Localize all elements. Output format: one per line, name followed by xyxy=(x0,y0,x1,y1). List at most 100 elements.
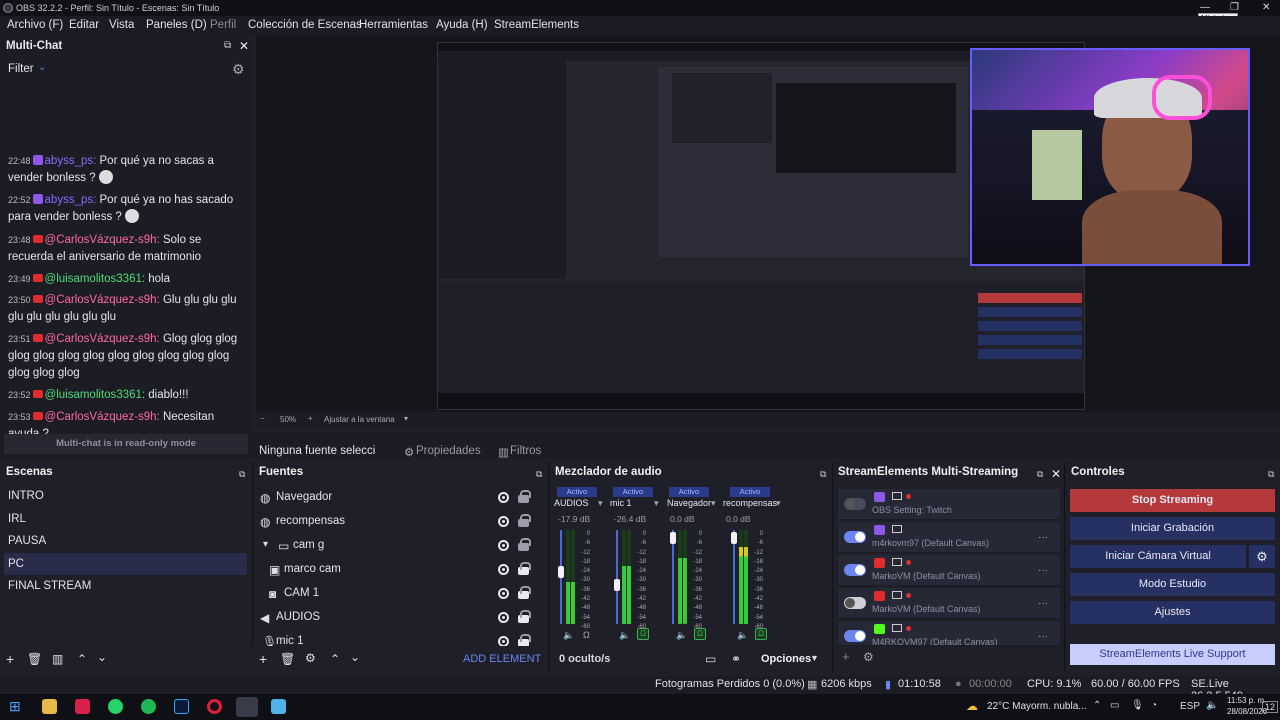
add-element-button[interactable]: ADD ELEMENT xyxy=(463,653,541,665)
mic-icon[interactable]: 🎙 xyxy=(1131,700,1144,711)
volume-fader[interactable] xyxy=(733,530,735,624)
lock-icon[interactable] xyxy=(518,586,531,599)
more-icon[interactable]: ··· xyxy=(1038,631,1048,642)
scene-item[interactable]: INTRO xyxy=(8,490,44,502)
spotify-icon[interactable] xyxy=(141,699,156,714)
toggle-switch[interactable] xyxy=(844,597,866,609)
more-icon[interactable]: ··· xyxy=(1038,565,1048,576)
source-item[interactable]: recompensas xyxy=(276,515,345,527)
chevron-down-icon[interactable]: ▾ xyxy=(776,498,781,509)
lock-icon[interactable] xyxy=(518,562,531,575)
windows-start-icon[interactable]: ⊞ xyxy=(9,699,24,714)
float-icon[interactable]: ⧉ xyxy=(224,40,231,51)
notification-badge[interactable]: 12 xyxy=(1262,701,1279,713)
menu-editar[interactable]: Editar xyxy=(69,19,99,31)
tray-icon[interactable]: ▭ xyxy=(1110,700,1119,711)
settings-button[interactable]: Ajustes xyxy=(1070,601,1275,624)
scene-item[interactable]: PAUSA xyxy=(8,535,46,547)
zoom-fit[interactable]: Ajustar a la ventana xyxy=(324,415,395,424)
toggle-switch[interactable] xyxy=(844,498,866,510)
down-icon[interactable]: ⌄ xyxy=(97,650,107,664)
speaker-icon[interactable]: 🔈 xyxy=(563,630,574,641)
support-button[interactable]: StreamElements Live Support xyxy=(1070,644,1275,665)
studio-mode-button[interactable]: Modo Estudio xyxy=(1070,573,1275,596)
menu-vista[interactable]: Vista xyxy=(109,19,134,31)
weather-text[interactable]: 22°C Mayorm. nubla... xyxy=(987,701,1087,712)
source-item[interactable]: marco cam xyxy=(284,563,341,575)
menu-perfil[interactable]: Perfil xyxy=(210,19,236,31)
close-dock-icon[interactable]: ✕ xyxy=(1051,467,1061,481)
minimize-icon[interactable]: — xyxy=(1200,2,1210,13)
tray-icon[interactable]: ◔ xyxy=(1151,700,1157,711)
gear-icon[interactable]: ⚙ xyxy=(1249,545,1275,568)
eye-icon[interactable] xyxy=(498,588,509,599)
source-item[interactable]: CAM 1 xyxy=(284,587,319,599)
chevron-down-icon[interactable]: ⌄ xyxy=(38,62,46,73)
volume-icon[interactable]: 🔈 xyxy=(1206,700,1218,711)
speaker-icon[interactable]: 🔈 xyxy=(676,630,687,641)
fader-handle[interactable] xyxy=(731,531,737,544)
fader-handle[interactable] xyxy=(614,578,620,591)
app-icon[interactable] xyxy=(75,699,90,714)
clock-time[interactable]: 11:53 p. m. xyxy=(1227,696,1266,705)
more-icon[interactable]: ··· xyxy=(1038,598,1048,609)
trash-icon[interactable]: 🗑 xyxy=(27,652,42,666)
filter-icon[interactable]: ▥ xyxy=(52,652,63,666)
chevron-down-icon[interactable]: ▼ xyxy=(810,653,819,663)
start-recording-button[interactable]: Iniciar Grabación xyxy=(1070,517,1275,540)
menu-herramientas[interactable]: Herramientas xyxy=(359,19,428,31)
toggle-switch[interactable] xyxy=(844,564,866,576)
speaker-icon[interactable]: 🔈 xyxy=(737,630,748,641)
lock-icon[interactable] xyxy=(518,538,531,551)
filters-button[interactable]: Filtros xyxy=(510,445,541,457)
headphone-icon[interactable]: Ω xyxy=(637,628,649,640)
speaker-icon[interactable]: 🔈 xyxy=(619,630,630,641)
fader-handle[interactable] xyxy=(670,531,676,544)
close-icon[interactable]: ✕ xyxy=(1262,2,1270,13)
headphone-icon[interactable]: Ω xyxy=(694,628,706,640)
chevron-down-icon[interactable]: ▾ xyxy=(654,498,659,509)
float-icon[interactable]: ⧉ xyxy=(1268,469,1274,480)
add-icon[interactable]: + xyxy=(6,651,14,667)
chevron-up-icon[interactable]: ⌃ xyxy=(1093,700,1101,711)
source-item[interactable]: Navegador xyxy=(276,491,332,503)
chevron-down-icon[interactable]: ▾ xyxy=(404,414,408,423)
gear-icon[interactable]: ⚙ xyxy=(305,651,316,665)
properties-button[interactable]: Propiedades xyxy=(416,445,481,457)
add-icon[interactable]: + xyxy=(259,651,267,667)
maximize-icon[interactable]: ❐ xyxy=(1230,2,1239,13)
eye-icon[interactable] xyxy=(498,516,509,527)
chevron-down-icon[interactable]: ▾ xyxy=(598,498,603,509)
eye-icon[interactable] xyxy=(498,492,509,503)
volume-fader[interactable] xyxy=(616,530,618,624)
gear-icon[interactable]: ⚙ xyxy=(232,61,245,78)
menu-coleccion[interactable]: Colección de Escenas xyxy=(248,19,362,31)
gear-icon[interactable]: ⚙ xyxy=(863,650,874,664)
headphone-off-icon[interactable]: Ω xyxy=(583,630,590,640)
photoshop-icon[interactable] xyxy=(174,699,189,714)
obs-taskbar-icon[interactable] xyxy=(236,697,258,717)
virtual-camera-button[interactable]: Iniciar Cámara Virtual xyxy=(1070,545,1246,568)
float-icon[interactable]: ⧉ xyxy=(1037,469,1043,480)
fader-handle[interactable] xyxy=(558,566,564,579)
add-icon[interactable]: + xyxy=(842,649,850,664)
eye-icon[interactable] xyxy=(498,540,509,551)
up-icon[interactable]: ⌃ xyxy=(330,652,340,666)
toggle-switch[interactable] xyxy=(844,630,866,642)
opera-icon[interactable] xyxy=(207,699,222,714)
zoom-in-icon[interactable]: + xyxy=(308,414,313,423)
chevron-down-icon[interactable]: ▾ xyxy=(263,539,268,550)
source-item[interactable]: AUDIOS xyxy=(276,611,320,623)
scene-item[interactable]: PC xyxy=(8,558,24,570)
lock-icon[interactable] xyxy=(518,610,531,623)
scene-item[interactable]: IRL xyxy=(8,513,26,525)
trash-icon[interactable]: 🗑 xyxy=(280,652,295,666)
up-icon[interactable]: ⌃ xyxy=(77,652,87,666)
menu-paneles[interactable]: Paneles (D) xyxy=(146,19,207,31)
menu-ayuda[interactable]: Ayuda (H) xyxy=(436,19,488,31)
down-icon[interactable]: ⌄ xyxy=(350,650,360,664)
layout-icon[interactable]: ▭ xyxy=(705,652,716,666)
float-icon[interactable]: ⧉ xyxy=(536,469,542,480)
float-icon[interactable]: ⧉ xyxy=(820,469,826,480)
headphone-icon[interactable]: Ω xyxy=(755,628,767,640)
